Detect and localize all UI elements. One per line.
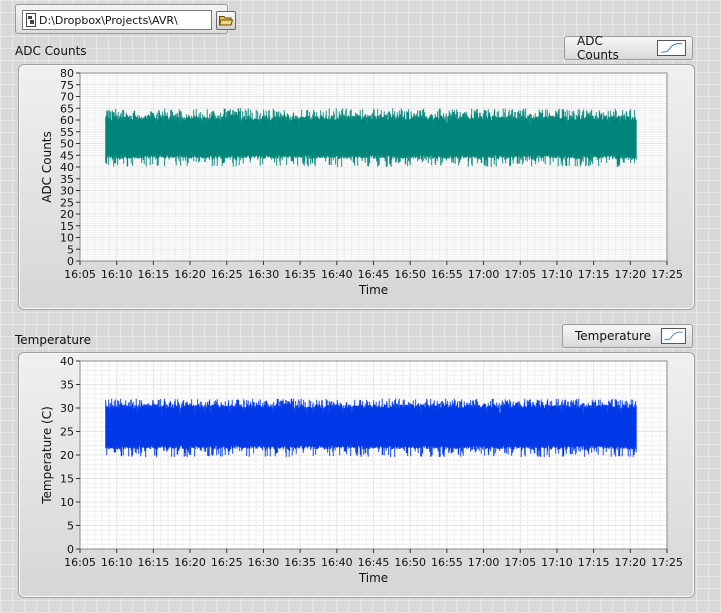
y-tick-label: 20 (60, 208, 74, 221)
path-value: D:\Dropbox\Projects\AVR\ (39, 13, 178, 27)
y-tick-label: 25 (60, 426, 74, 439)
y-tick-label: 65 (60, 102, 74, 115)
adc-chart[interactable]: 05101520253035404550556065707580 16:05 16:… (19, 65, 696, 311)
y-tick-label: 35 (60, 379, 74, 392)
x-tick-label: 17:15 (578, 556, 610, 569)
adc-legend-label: ADC Counts (577, 34, 619, 62)
temperature-plot-legend[interactable]: Temperature (562, 324, 693, 348)
temperature-graph-label: Temperature (15, 333, 92, 347)
y-tick-label: 40 (60, 355, 74, 368)
y-tick-label: 35 (60, 173, 74, 186)
y-tick-label: 15 (60, 473, 74, 486)
x-tick-label: 16:05 (64, 268, 96, 281)
x-axis-title: Time (358, 571, 388, 585)
x-tick-label: 16:55 (431, 556, 463, 569)
y-tick-label: 50 (60, 138, 74, 151)
x-tick-label: 16:10 (101, 268, 133, 281)
x-tick-label: 16:30 (248, 556, 280, 569)
adc-plot-legend[interactable]: ADC Counts (564, 34, 693, 62)
adc-graph-label: ADC Counts (15, 44, 87, 58)
x-tick-label: 16:10 (101, 556, 133, 569)
temperature-chart[interactable]: 0 5 10 15 20 25 30 35 40 16:05 16:10 16:15 16:20 16:2… (19, 353, 696, 599)
y-tick-label: 55 (60, 126, 74, 139)
line-plot-icon (656, 40, 686, 56)
folder-open-icon (219, 16, 233, 26)
x-tick-label: 17:05 (504, 268, 536, 281)
x-tick-label: 16:15 (138, 556, 170, 569)
x-tick-label: 16:15 (138, 268, 170, 281)
x-tick-label: 16:25 (211, 268, 243, 281)
line-plot-icon (661, 328, 686, 344)
adc-graph-frame: 0 5 10 15 20 25 30 35 40 45 50 55 60 65 70 75 80 16:05 16:… (18, 64, 695, 310)
x-tick-label: 17:00 (468, 268, 500, 281)
x-tick-label: 16:40 (321, 556, 353, 569)
x-tick-label: 16:20 (174, 268, 206, 281)
y-tick-label: 0 (67, 543, 74, 556)
temperature-legend-label: Temperature (575, 329, 652, 343)
x-tick-label: 17:25 (651, 268, 683, 281)
x-tick-label: 16:50 (394, 268, 426, 281)
x-tick-label: 16:45 (358, 268, 390, 281)
y-tick-label: 30 (60, 402, 74, 415)
x-tick-label: 16:35 (284, 268, 316, 281)
x-tick-label: 16:35 (284, 556, 316, 569)
path-input[interactable]: D:\Dropbox\Projects\AVR\ (22, 10, 212, 30)
x-tick-label: 16:40 (321, 268, 353, 281)
browse-button[interactable] (216, 11, 236, 30)
y-tick-label: 0 (67, 255, 74, 268)
y-tick-label: 80 (60, 67, 74, 80)
y-axis-title: ADC Counts (40, 131, 54, 203)
y-tick-label: 10 (60, 232, 74, 245)
y-tick-label: 10 (60, 496, 74, 509)
y-tick-label: 75 (60, 79, 74, 92)
x-tick-label: 17:20 (614, 268, 646, 281)
y-tick-label: 70 (60, 91, 74, 104)
x-tick-label: 16:25 (211, 556, 243, 569)
y-tick-label: 40 (60, 161, 74, 174)
y-tick-label: 25 (60, 196, 74, 209)
grid (79, 360, 668, 550)
file-path-icon (26, 13, 36, 27)
x-tick-label: 17:10 (541, 556, 573, 569)
y-tick-label: 30 (60, 185, 74, 198)
y-tick-label: 15 (60, 220, 74, 233)
x-tick-label: 17:05 (504, 556, 536, 569)
x-tick-label: 16:30 (248, 268, 280, 281)
path-control: D:\Dropbox\Projects\AVR\ (15, 4, 236, 34)
x-tick-label: 17:20 (614, 556, 646, 569)
y-tick-label: 5 (67, 520, 74, 533)
series-core-band (107, 122, 635, 153)
x-tick-label: 16:55 (431, 268, 463, 281)
x-tick-label: 17:00 (468, 556, 500, 569)
y-tick-label: 20 (60, 449, 74, 462)
y-axis-title: Temperature (C) (40, 406, 54, 505)
grid (79, 72, 668, 262)
temperature-graph-frame: 0 5 10 15 20 25 30 35 40 16:05 16:10 16:15 16:20 16:2… (18, 352, 695, 598)
x-tick-label: 17:15 (578, 268, 610, 281)
y-tick-label: 45 (60, 149, 74, 162)
x-tick-label: 16:05 (64, 556, 96, 569)
series-core-band (107, 412, 635, 441)
y-tick-label: 5 (67, 243, 74, 256)
x-tick-label: 17:25 (651, 556, 683, 569)
x-axis-title: Time (358, 283, 388, 297)
x-tick-label: 17:10 (541, 268, 573, 281)
y-tick-label: 60 (60, 114, 74, 127)
x-tick-label: 16:50 (394, 556, 426, 569)
x-tick-label: 16:20 (174, 556, 206, 569)
x-tick-label: 16:45 (358, 556, 390, 569)
